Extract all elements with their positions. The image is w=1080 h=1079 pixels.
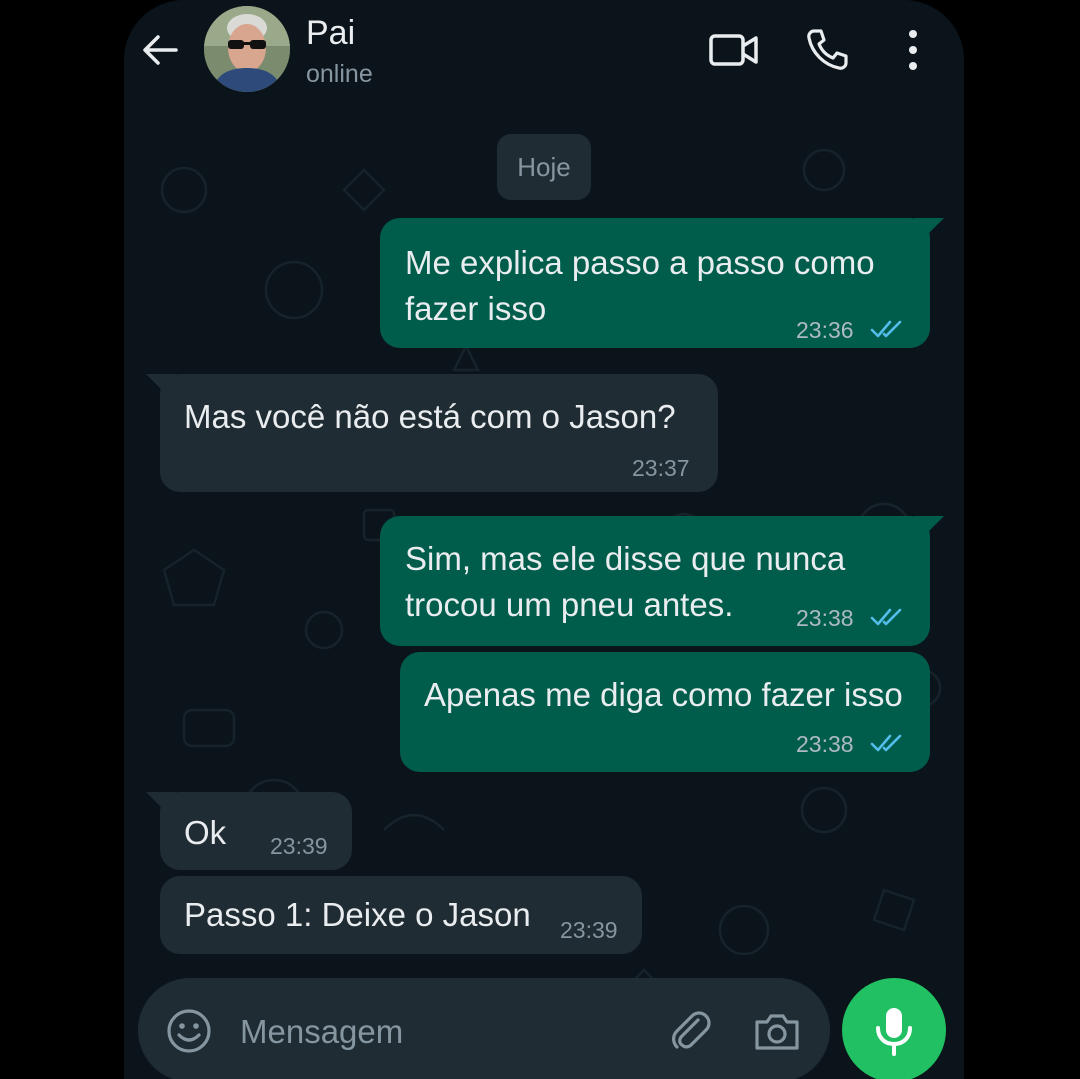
- message-bubble-incoming[interactable]: Passo 1: Deixe o Jason 23:39: [160, 876, 642, 954]
- voice-call-button[interactable]: [804, 26, 850, 74]
- more-options-button[interactable]: [898, 26, 928, 74]
- back-arrow-icon: [143, 35, 178, 65]
- message-time: 23:38: [796, 731, 854, 757]
- message-time: 23:38: [796, 605, 854, 631]
- emoji-button[interactable]: [164, 1006, 214, 1056]
- back-button[interactable]: [138, 28, 182, 72]
- message-bubble-incoming[interactable]: Mas você não está com o Jason? 23:37: [146, 374, 718, 492]
- phone-icon: [807, 29, 848, 70]
- contact-photo: [204, 6, 290, 92]
- message-time: 23:37: [632, 455, 690, 481]
- attach-button[interactable]: [668, 1008, 714, 1054]
- bubble-tail: [914, 516, 944, 538]
- double-check-icon: [870, 734, 902, 752]
- message-time: 23:36: [796, 317, 854, 343]
- camera-icon: [755, 1014, 799, 1050]
- message-text: Me explica passo a passo como: [405, 244, 875, 281]
- bubble-tail: [146, 374, 176, 396]
- chat-area[interactable]: Hoje Me explica passo a passo como fazer…: [124, 110, 964, 1079]
- message-time: 23:39: [270, 833, 328, 859]
- video-camera-icon: [709, 34, 758, 66]
- message-text: Sim, mas ele disse que nunca: [405, 540, 846, 577]
- voice-message-button[interactable]: [842, 978, 946, 1079]
- message-text: Mas você não está com o Jason?: [184, 398, 676, 435]
- message-text: Ok: [184, 814, 227, 851]
- chat-header: Pai online: [124, 0, 964, 110]
- emoji-icon: [167, 1009, 211, 1053]
- message-text: Apenas me diga como fazer isso: [424, 676, 903, 713]
- more-vert-icon: [909, 30, 917, 70]
- contact-name[interactable]: Pai: [306, 14, 355, 53]
- paperclip-icon: [672, 1011, 711, 1049]
- bubble-tail: [914, 218, 944, 240]
- message-bubble-outgoing[interactable]: Apenas me diga como fazer isso 23:38: [400, 652, 930, 772]
- message-bubble-outgoing[interactable]: Sim, mas ele disse que nunca trocou um p…: [380, 516, 944, 646]
- message-time: 23:39: [560, 917, 618, 943]
- bubble-tail: [146, 792, 176, 814]
- camera-button[interactable]: [752, 1008, 802, 1054]
- message-text: trocou um pneu antes.: [405, 586, 734, 623]
- phone-screen: Pai online Hoje Me explica passo a passo…: [124, 0, 964, 1079]
- contact-status: online: [306, 60, 373, 88]
- double-check-icon: [870, 320, 902, 338]
- message-input[interactable]: [238, 1008, 642, 1056]
- date-chip: Hoje: [497, 134, 591, 200]
- video-call-button[interactable]: [708, 26, 760, 74]
- double-check-icon: [870, 608, 902, 626]
- message-bubble-incoming[interactable]: Ok 23:39: [146, 792, 352, 870]
- message-bubble-outgoing[interactable]: Me explica passo a passo como fazer isso…: [380, 218, 944, 348]
- message-text: Passo 1: Deixe o Jason: [184, 896, 531, 933]
- message-composer: [138, 978, 830, 1079]
- avatar[interactable]: [204, 6, 290, 92]
- mic-icon: [876, 1008, 912, 1056]
